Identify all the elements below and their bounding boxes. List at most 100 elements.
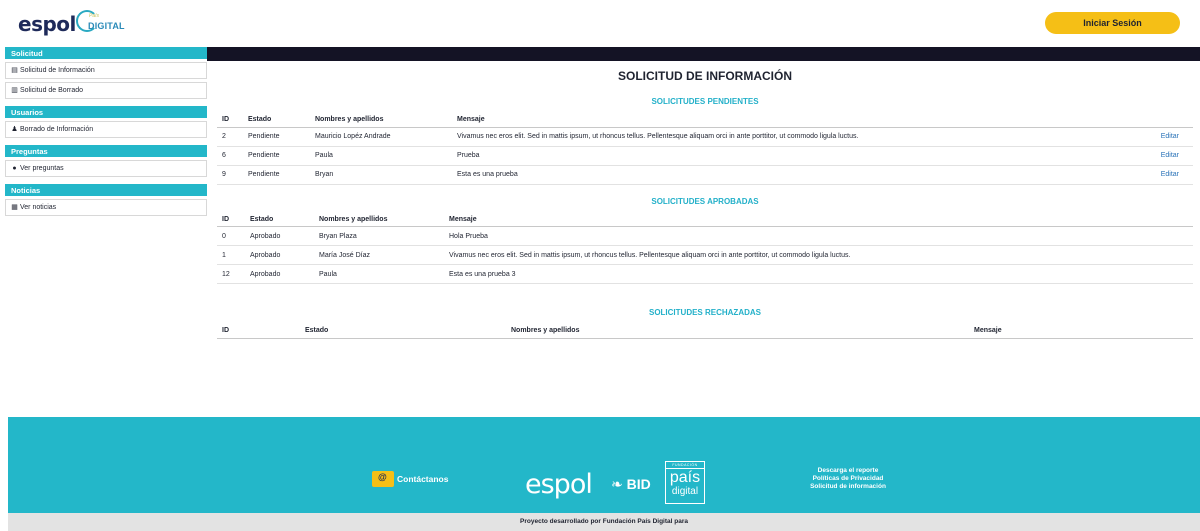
column-header-nombre: Nombres y apellidos (506, 324, 969, 339)
cell-id: 6 (217, 146, 243, 166)
trash-icon: ▥ (11, 87, 18, 94)
sidebar-item-label: Ver preguntas (20, 165, 64, 172)
cell-mensaje: Vivamus nec eros elit. Sed in mattis ips… (444, 245, 1193, 265)
sidebar-item-solicitud-borrado[interactable]: ▥ Solicitud de Borrado (5, 82, 207, 99)
rejected-table: ID Estado Nombres y apellidos Mensaje (217, 324, 1193, 339)
sidebar-section-preguntas: Preguntas ● Ver preguntas (5, 145, 207, 177)
cell-nombre: Paula (310, 146, 452, 166)
cell-nombre: Bryan Plaza (314, 226, 444, 246)
login-button[interactable]: Iniciar Sesión (1045, 12, 1180, 34)
sidebar-item-ver-noticias[interactable]: ▦ Ver noticias (5, 199, 207, 216)
sidebar-section-title: Solicitud (5, 47, 207, 59)
sidebar: Solicitud ▤ Solicitud de Información ▥ S… (5, 47, 207, 223)
footer-espol-logo: espol (525, 469, 593, 500)
main-content: SOLICITUD DE INFORMACIÓN SOLICITUDES PEN… (217, 61, 1193, 339)
table-row: 12 Aprobado Paula Esta es una prueba 3 (217, 264, 1193, 284)
privacy-policy-link[interactable]: Políticas de Privacidad (788, 475, 908, 483)
cell-mensaje: Esta es una prueba (452, 165, 1133, 185)
sidebar-item-label: Borrado de Información (20, 126, 94, 133)
cell-mensaje: Hola Prueba (444, 226, 1193, 246)
cell-id: 9 (217, 165, 243, 185)
document-icon: ▤ (11, 67, 18, 74)
sidebar-section-solicitud: Solicitud ▤ Solicitud de Información ▥ S… (5, 47, 207, 99)
download-report-link[interactable]: Descarga el reporte (788, 467, 908, 475)
table-row: 1 Aprobado María José Díaz Vivamus nec e… (217, 245, 1193, 265)
column-header-estado: Estado (245, 212, 314, 227)
top-bar (207, 47, 1200, 61)
credit-line: Proyecto desarrollado por Fundación País… (520, 518, 688, 525)
cell-mensaje: Prueba (452, 146, 1133, 166)
cell-id: 1 (217, 245, 245, 265)
sidebar-item-label: Ver noticias (20, 204, 57, 211)
question-circle-icon: ● (12, 165, 17, 172)
sidebar-item-ver-preguntas[interactable]: ● Ver preguntas (5, 160, 207, 177)
sidebar-section-title: Usuarios (5, 106, 207, 118)
cell-estado: Pendiente (243, 127, 310, 147)
fundacion-label: FUNDACIÓN (666, 462, 704, 469)
cell-estado: Pendiente (243, 165, 310, 185)
footer-pais-digital-logo: FUNDACIÓN país digital (665, 461, 705, 504)
pais-label: país (669, 469, 701, 486)
table-row: 6 Pendiente Paula Prueba Editar (217, 146, 1193, 166)
sidebar-item-label: Solicitud de Información (20, 67, 95, 74)
column-header-mensaje: Mensaje (969, 324, 1193, 339)
approved-table: ID Estado Nombres y apellidos Mensaje 0 … (217, 212, 1193, 284)
table-row: 2 Pendiente Mauricio Lopéz Andrade Vivam… (217, 127, 1193, 147)
sidebar-item-solicitud-informacion[interactable]: ▤ Solicitud de Información (5, 62, 207, 79)
cell-id: 12 (217, 264, 245, 284)
contact-label: Contáctanos (397, 474, 449, 484)
cell-nombre: Mauricio Lopéz Andrade (310, 127, 452, 147)
edit-link[interactable]: Editar (1133, 146, 1193, 166)
table-row: 0 Aprobado Bryan Plaza Hola Prueba (217, 226, 1193, 246)
cell-estado: Aprobado (245, 264, 314, 284)
column-header-id: ID (217, 113, 243, 128)
footer-bid-logo: ❧ BID (611, 476, 651, 493)
bid-icon: ❧ (611, 476, 623, 492)
sidebar-item-borrado-informacion[interactable]: ♟ Borrado de Información (5, 121, 207, 138)
pais-digital-big-text: DIGITAL (88, 21, 125, 31)
cell-id: 0 (217, 226, 245, 246)
edit-link[interactable]: Editar (1133, 165, 1193, 185)
column-header-nombre: Nombres y apellidos (310, 113, 452, 128)
contact-link[interactable]: Contáctanos (372, 471, 448, 487)
approved-section-title: SOLICITUDES APROBADAS (651, 196, 759, 206)
information-request-link[interactable]: Solicitud de información (788, 483, 908, 491)
edit-link[interactable]: Editar (1133, 127, 1193, 147)
cell-nombre: Bryan (310, 165, 452, 185)
cell-mensaje: Vivamus nec eros elit. Sed in mattis ips… (452, 127, 1133, 147)
column-header-nombre: Nombres y apellidos (314, 212, 444, 227)
page-title: SOLICITUD DE INFORMACIÓN (618, 69, 792, 83)
cell-estado: Aprobado (245, 245, 314, 265)
column-header-mensaje: Mensaje (444, 212, 1193, 227)
sub-footer: Proyecto desarrollado por Fundación País… (8, 513, 1200, 531)
sidebar-section-title: Noticias (5, 184, 207, 196)
pending-table: ID Estado Nombres y apellidos Mensaje 2 … (217, 113, 1193, 185)
pending-section-title: SOLICITUDES PENDIENTES (651, 97, 759, 106)
digital-label: digital (671, 486, 699, 497)
users-icon: ♟ (11, 126, 18, 133)
newspaper-icon: ▦ (11, 204, 18, 211)
sidebar-section-noticias: Noticias ▦ Ver noticias (5, 184, 207, 216)
envelope-icon (372, 471, 394, 487)
table-header-row: ID Estado Nombres y apellidos Mensaje (217, 212, 1193, 227)
cell-estado: Pendiente (243, 146, 310, 166)
cell-nombre: Paula (314, 264, 444, 284)
column-header-action (1133, 113, 1193, 128)
rejected-section-title: SOLICITUDES RECHAZADAS (648, 308, 761, 317)
espol-logo[interactable]: espol (18, 12, 76, 36)
sidebar-section-usuarios: Usuarios ♟ Borrado de Información (5, 106, 207, 138)
sidebar-section-title: Preguntas (5, 145, 207, 157)
footer-links: Descarga el reporte Políticas de Privaci… (788, 467, 908, 491)
table-header-row: ID Estado Nombres y apellidos Mensaje (217, 324, 1193, 339)
pais-digital-small-text: País (89, 13, 100, 19)
column-header-id: ID (217, 324, 300, 339)
cell-nombre: María José Díaz (314, 245, 444, 265)
cell-mensaje: Esta es una prueba 3 (444, 264, 1193, 284)
pais-digital-logo[interactable]: País DIGITAL (76, 10, 125, 36)
footer: Contáctanos espol ❧ BID FUNDACIÓN país d… (8, 417, 1200, 513)
table-header-row: ID Estado Nombres y apellidos Mensaje (217, 113, 1193, 128)
table-row: 9 Pendiente Bryan Esta es una prueba Edi… (217, 165, 1193, 185)
column-header-estado: Estado (243, 113, 310, 128)
cell-estado: Aprobado (245, 226, 314, 246)
header: espol País DIGITAL Iniciar Sesión (0, 0, 1200, 46)
